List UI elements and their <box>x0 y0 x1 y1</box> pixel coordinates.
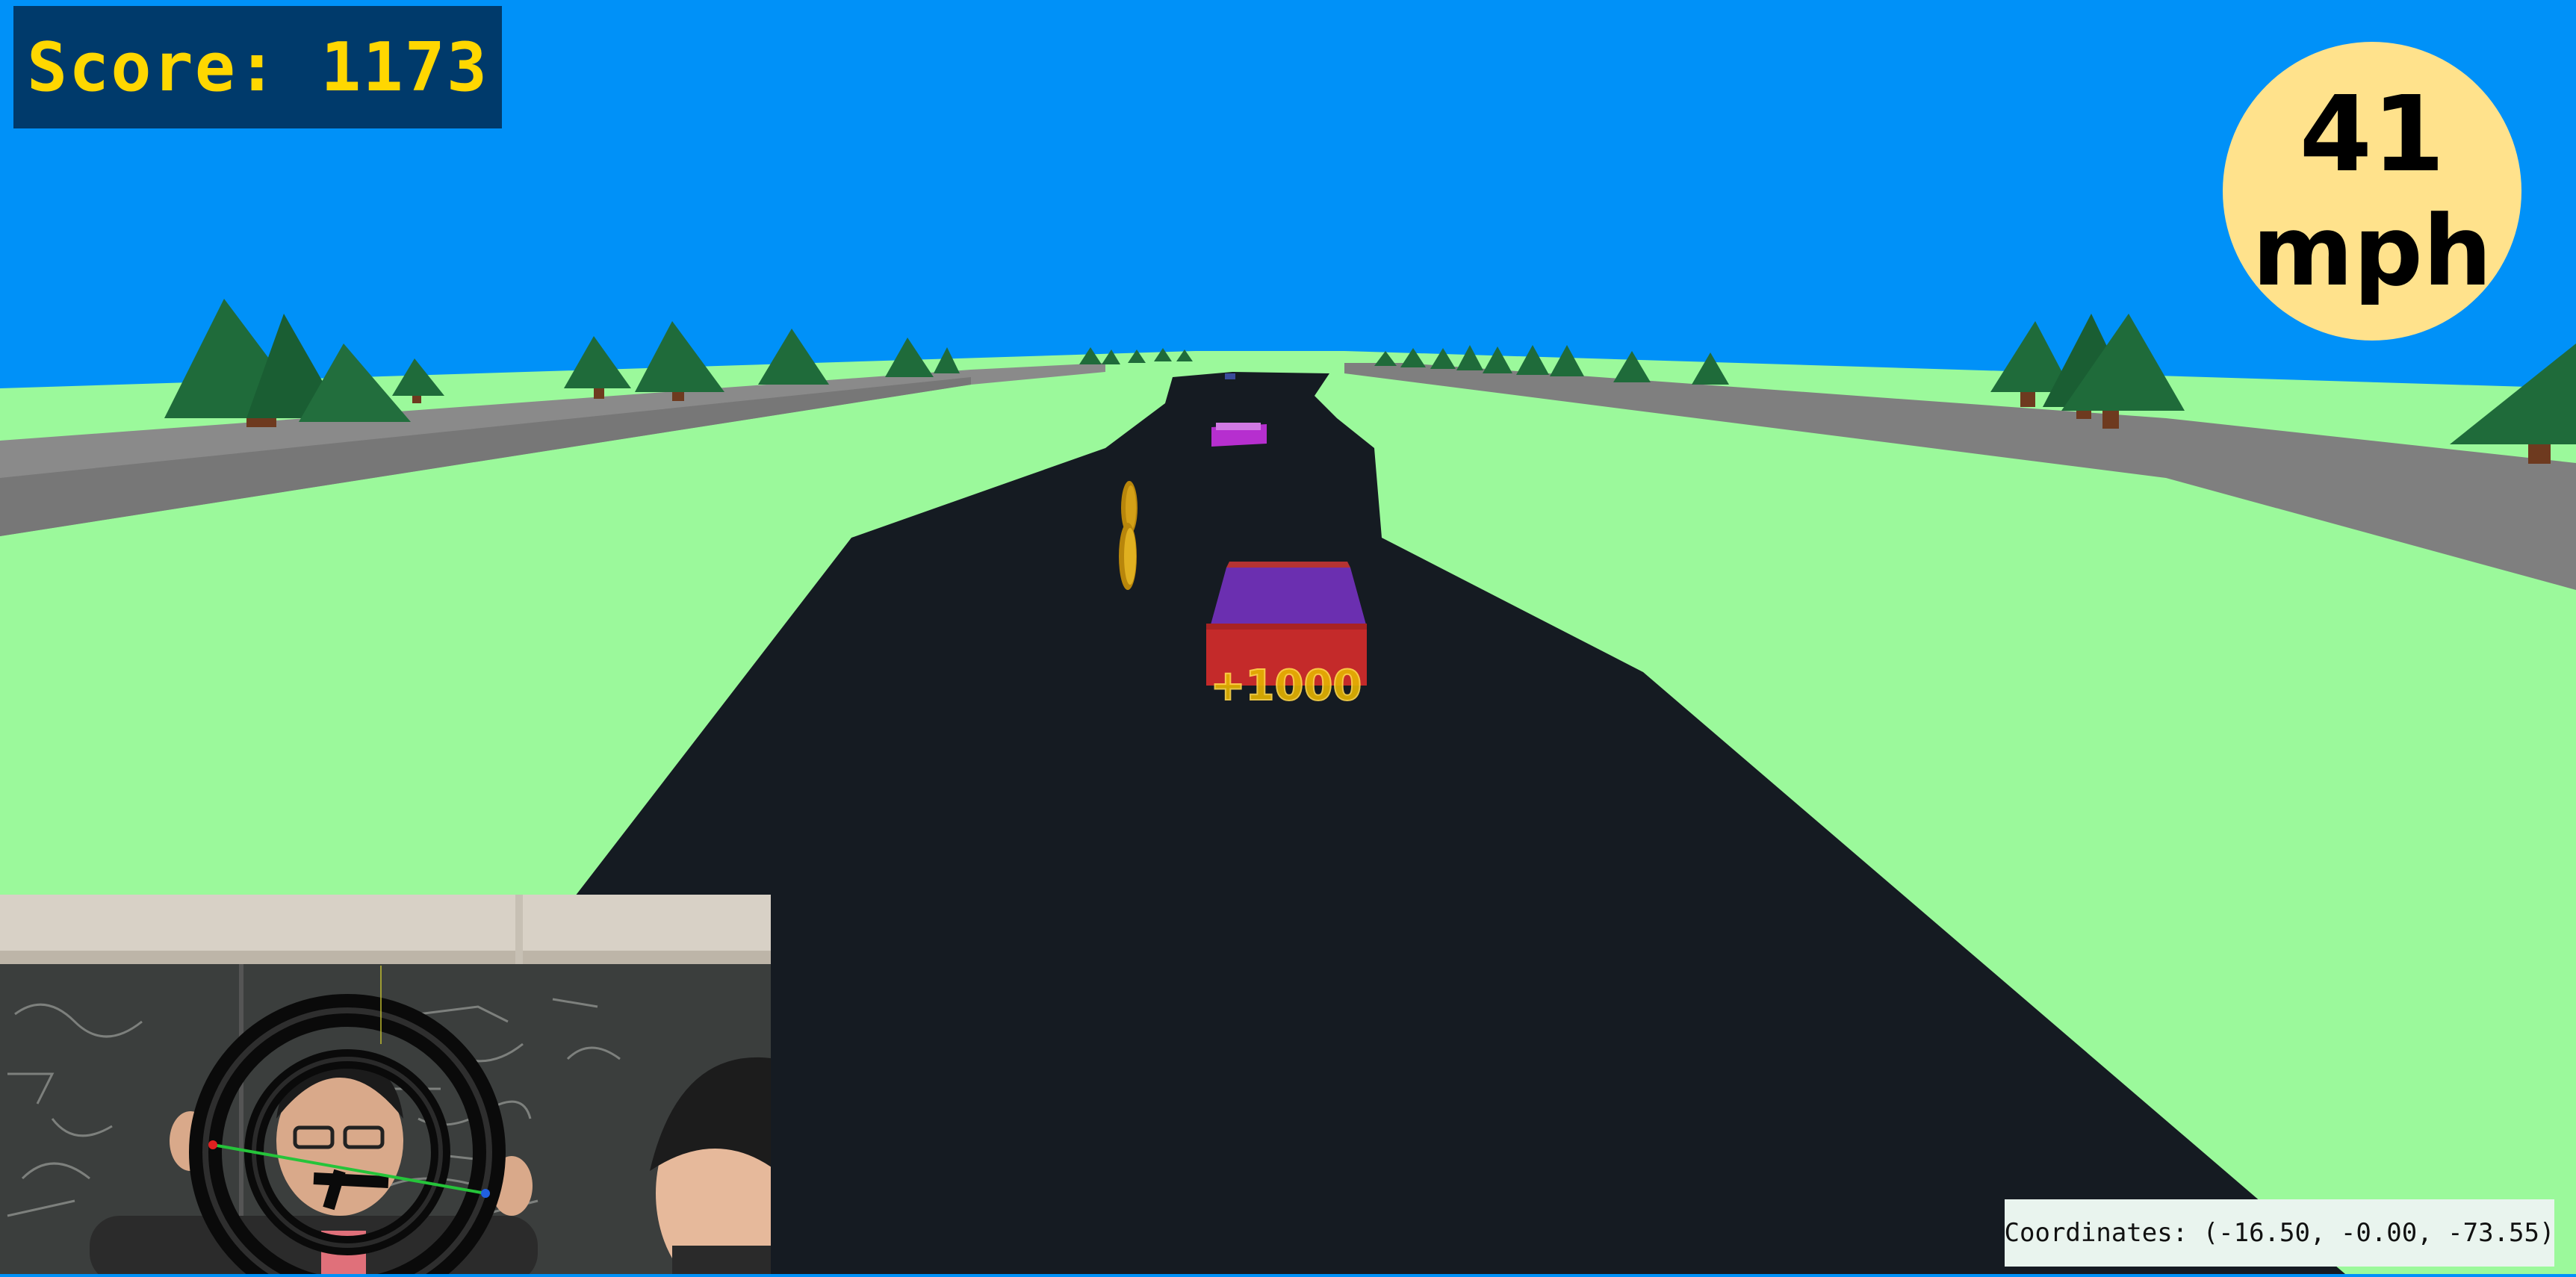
other-car <box>1211 423 1267 447</box>
speed-unit: mph <box>2252 194 2492 308</box>
score-label: Score: 1173 <box>26 28 489 107</box>
coordinates-label: Coordinates: (-16.50, -0.00, -73.55) <box>2004 1218 2555 1248</box>
distant-car <box>1225 373 1235 379</box>
coin-popup: +1000 <box>1210 661 1363 711</box>
speed-value: 41 <box>2299 74 2445 196</box>
webcam-feed <box>0 895 771 1274</box>
coin-popup-text: +1000 <box>1211 662 1362 710</box>
speedometer: 41 mph <box>2223 42 2521 341</box>
score-display: Score: 1173 <box>13 6 502 128</box>
webcam-image <box>0 895 771 1274</box>
coordinates-display: Coordinates: (-16.50, -0.00, -73.55) <box>2005 1199 2554 1267</box>
